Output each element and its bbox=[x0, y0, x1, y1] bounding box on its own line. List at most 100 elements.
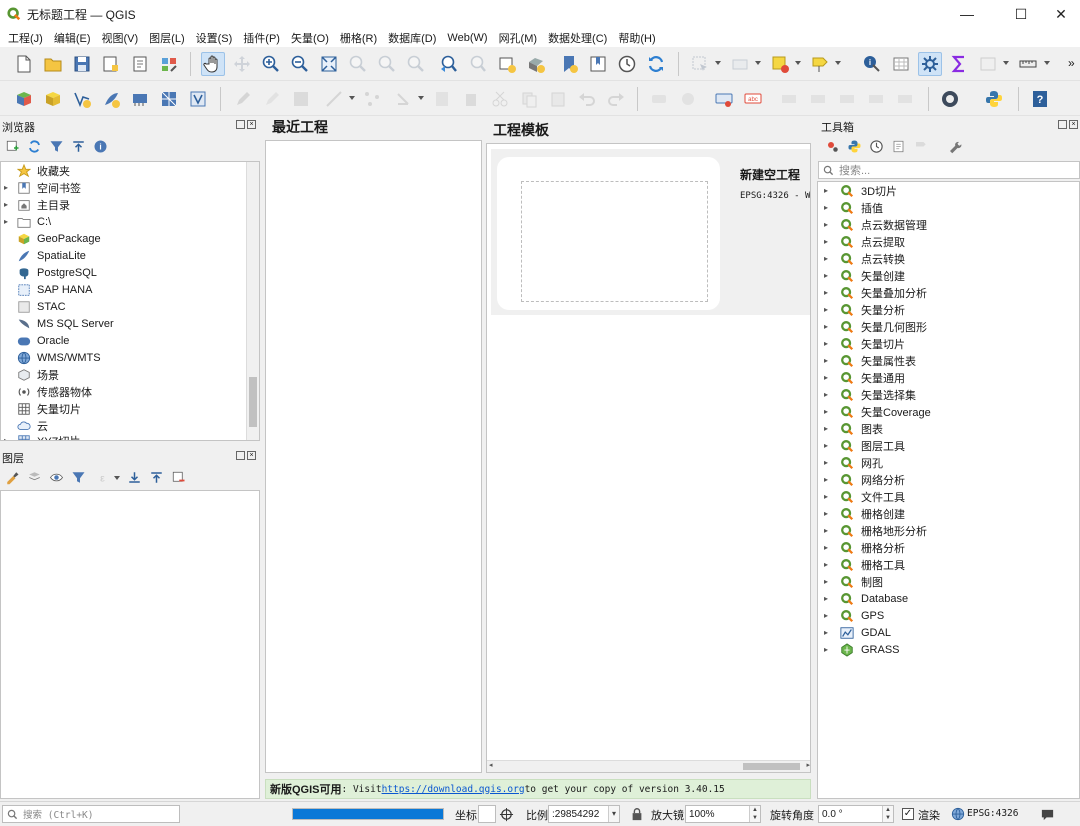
expand-arrow-icon[interactable]: ▸ bbox=[824, 220, 832, 229]
plugin-manager-icon[interactable] bbox=[938, 87, 962, 111]
expand-arrow-icon[interactable]: ▸ bbox=[824, 645, 832, 654]
expand-arrow-icon[interactable]: ▸ bbox=[824, 594, 832, 603]
temporal-controller-icon[interactable] bbox=[615, 52, 639, 76]
coordinate-field[interactable] bbox=[478, 805, 496, 823]
change-label-icon[interactable] bbox=[893, 87, 917, 111]
browser-item-oracle[interactable]: Oracle bbox=[1, 332, 245, 349]
measure-line-icon[interactable] bbox=[1016, 52, 1040, 76]
expand-arrow-icon[interactable]: ▸ bbox=[824, 339, 832, 348]
new-spatialite-layer-icon[interactable] bbox=[99, 87, 123, 111]
menu-edit[interactable]: 编辑(E) bbox=[50, 30, 95, 46]
browser-item-favorites[interactable]: 收藏夹 bbox=[1, 162, 245, 179]
select-by-value-icon[interactable] bbox=[728, 52, 752, 76]
toolbox-item[interactable]: ▸ 栅格工具 bbox=[818, 556, 1078, 573]
menu-plugins[interactable]: 插件(P) bbox=[239, 30, 284, 46]
menu-vector[interactable]: 矢量(O) bbox=[287, 30, 333, 46]
crs-button[interactable]: EPSG:4326 bbox=[967, 808, 1018, 819]
templates-horizontal-scrollbar[interactable]: ◂ ▸ bbox=[487, 760, 810, 772]
messages-icon[interactable] bbox=[1040, 807, 1055, 822]
expand-arrow-icon[interactable]: ▸ bbox=[824, 424, 832, 433]
expand-arrow-icon[interactable]: ▸ bbox=[824, 373, 832, 382]
toolbox-item[interactable]: ▸ 点云数据管理 bbox=[818, 216, 1078, 233]
toolbox-item[interactable]: ▸ GDAL bbox=[818, 624, 1078, 641]
browser-item-scene[interactable]: 场景 bbox=[1, 366, 245, 383]
expand-arrow-icon[interactable]: ▸ bbox=[824, 611, 832, 620]
expand-arrow-icon[interactable]: ▸ bbox=[824, 628, 832, 637]
scale-dropdown-icon[interactable]: ▾ bbox=[608, 806, 619, 822]
expand-arrow-icon[interactable]: ▸ bbox=[824, 543, 832, 552]
toolbox-item[interactable]: ▸ 网孔 bbox=[818, 454, 1078, 471]
toolbox-item[interactable]: ▸ 矢量分析 bbox=[818, 301, 1078, 318]
rotation-spin-icon[interactable]: ▲ ▼ bbox=[882, 806, 893, 822]
magnifier-spinbox[interactable]: 100% ▲ ▼ bbox=[685, 805, 761, 823]
toolbox-item[interactable]: ▸ 图层工具 bbox=[818, 437, 1078, 454]
toggle-editing-icon[interactable] bbox=[260, 87, 284, 111]
data-source-manager-icon[interactable] bbox=[12, 87, 36, 111]
identify-select-icon[interactable] bbox=[688, 52, 712, 76]
help-contents-icon[interactable]: ? bbox=[1028, 87, 1052, 111]
zoom-last-icon[interactable] bbox=[437, 52, 461, 76]
menu-settings[interactable]: 设置(S) bbox=[192, 30, 237, 46]
browser-item-xyz-tiles[interactable]: ▸ XYZ切片 bbox=[1, 432, 245, 440]
toolbox-item[interactable]: ▸ 矢量选择集 bbox=[818, 386, 1078, 403]
vertex-tool-icon[interactable] bbox=[360, 87, 384, 111]
expand-arrow-icon[interactable]: ▸ bbox=[824, 407, 832, 416]
expand-arrow-icon[interactable]: ▸ bbox=[824, 526, 832, 535]
show-bookmarks-icon[interactable] bbox=[586, 52, 610, 76]
expand-arrow-icon[interactable]: ▸ bbox=[824, 390, 832, 399]
toolbox-search-input[interactable]: 搜索... bbox=[818, 161, 1080, 179]
browser-item-spatial-bookmarks[interactable]: ▸ 空间书签 bbox=[1, 179, 245, 196]
refresh-icon[interactable] bbox=[644, 52, 668, 76]
identify-features-icon[interactable]: i bbox=[860, 52, 884, 76]
minimize-button[interactable]: — bbox=[944, 0, 990, 28]
float-panel-icon[interactable] bbox=[1058, 120, 1067, 129]
map-tips-icon[interactable] bbox=[976, 52, 1000, 76]
browser-item-vector-tiles[interactable]: 矢量切片 bbox=[1, 400, 245, 417]
expand-arrow-icon[interactable]: ▸ bbox=[824, 458, 832, 467]
browser-item-home[interactable]: ▸ 主目录 bbox=[1, 196, 245, 213]
expand-arrow-icon[interactable]: ▸ bbox=[824, 186, 832, 195]
scripts-python-icon[interactable] bbox=[844, 136, 864, 156]
browser-item-stac[interactable]: STAC bbox=[1, 298, 245, 315]
manage-visibility-icon[interactable] bbox=[46, 467, 66, 487]
options-wrench-icon[interactable] bbox=[944, 136, 964, 156]
toolbox-item[interactable]: ▸ 制图 bbox=[818, 573, 1078, 590]
new-geopackage-layer-icon[interactable] bbox=[41, 87, 65, 111]
filter-by-expression-icon[interactable]: ε bbox=[92, 467, 112, 487]
cut-features-icon[interactable] bbox=[488, 87, 512, 111]
new-map-view-icon[interactable] bbox=[495, 52, 519, 76]
float-panel-icon[interactable] bbox=[236, 451, 245, 460]
rotate-label-icon[interactable] bbox=[864, 87, 888, 111]
add-selected-layers-icon[interactable] bbox=[2, 136, 22, 156]
toolbox-item[interactable]: ▸ 栅格创建 bbox=[818, 505, 1078, 522]
recent-projects-list[interactable] bbox=[265, 140, 482, 773]
select-by-location-icon[interactable] bbox=[808, 52, 832, 76]
new-project-icon[interactable] bbox=[12, 52, 36, 76]
move-label-icon[interactable] bbox=[835, 87, 859, 111]
filter-legend-icon[interactable] bbox=[68, 467, 88, 487]
zoom-to-selection-icon[interactable] bbox=[346, 52, 370, 76]
new-3d-view-icon[interactable] bbox=[524, 52, 548, 76]
layers-tree[interactable] bbox=[0, 490, 260, 799]
toolbox-item[interactable]: ▸ 图表 bbox=[818, 420, 1078, 437]
results-viewer-icon[interactable] bbox=[888, 136, 908, 156]
statistics-sigma-icon[interactable] bbox=[947, 52, 971, 76]
expand-arrow-icon[interactable]: ▸ bbox=[824, 356, 832, 365]
expand-arrow-icon[interactable]: ▸ bbox=[824, 577, 832, 586]
scale-combobox[interactable]: :29854292 ▾ bbox=[548, 805, 620, 823]
pin-labels-icon[interactable] bbox=[777, 87, 801, 111]
zoom-next-icon[interactable] bbox=[466, 52, 490, 76]
expand-arrow-icon[interactable]: ▸ bbox=[824, 322, 832, 331]
expand-arrow-icon[interactable]: ▸ bbox=[824, 560, 832, 569]
menu-layer[interactable]: 图层(L) bbox=[145, 30, 188, 46]
collapse-all-layers-icon[interactable] bbox=[146, 467, 166, 487]
zoom-out-icon[interactable] bbox=[288, 52, 312, 76]
new-mesh-layer-icon[interactable] bbox=[157, 87, 181, 111]
models-gear-icon[interactable] bbox=[822, 136, 842, 156]
undo-icon[interactable] bbox=[575, 87, 599, 111]
new-temporary-layer-icon[interactable] bbox=[186, 87, 210, 111]
toolbox-item[interactable]: ▸ 点云提取 bbox=[818, 233, 1078, 250]
expand-arrow-icon[interactable]: ▸ bbox=[4, 200, 12, 209]
redo-icon[interactable] bbox=[604, 87, 628, 111]
rotation-spinbox[interactable]: 0.0 ° ▲ ▼ bbox=[818, 805, 894, 823]
